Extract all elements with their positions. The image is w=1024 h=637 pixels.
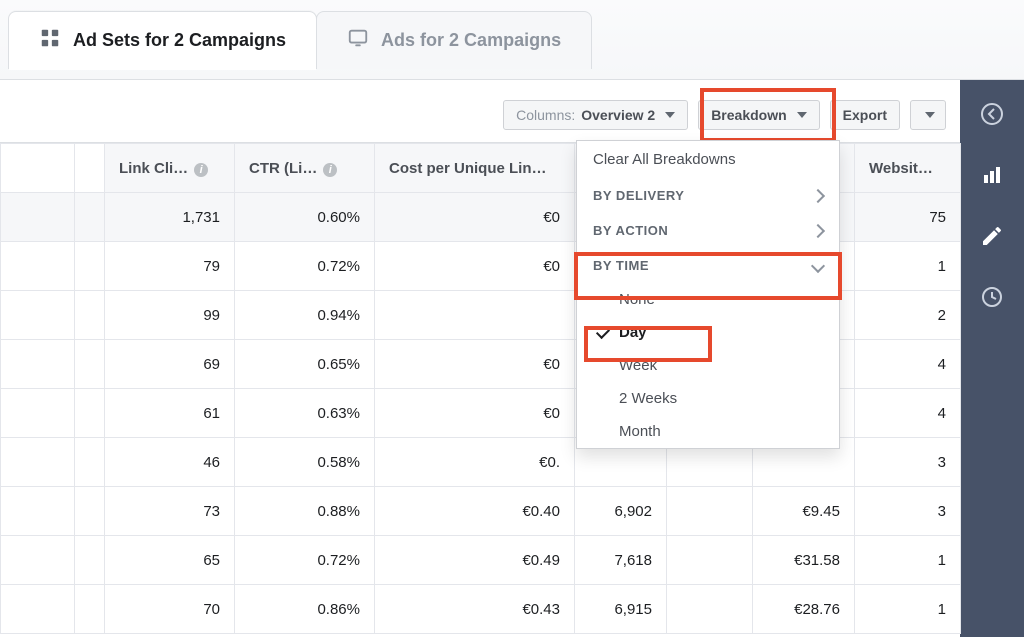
table-row[interactable]: 73 0.88% €0.40 6,902 €9.45 3 [1, 487, 961, 536]
col-blank [1, 144, 75, 193]
table-row[interactable]: 65 0.72% €0.49 7,618 €31.58 1 [1, 536, 961, 585]
chevron-right-icon [811, 188, 825, 202]
cell-website: 1 [855, 536, 961, 585]
menu-label: Clear All Breakdowns [593, 151, 736, 168]
col-website[interactable]: Websit…i [855, 144, 961, 193]
right-rail [960, 80, 1024, 637]
breakdown-opt-day[interactable]: Day [577, 316, 839, 349]
cell-website: 4 [855, 340, 961, 389]
cell-col5: 6,902 [575, 487, 667, 536]
columns-prefix: Columns: [516, 107, 575, 123]
caret-down-icon [665, 112, 675, 118]
cell-col5: 7,618 [575, 536, 667, 585]
cell-cost: €0 [375, 242, 575, 291]
menu-label: BY ACTION [593, 223, 668, 238]
cell-col6: €28.76 [753, 585, 855, 634]
columns-button[interactable]: Columns: Overview 2 [503, 100, 688, 130]
table-row[interactable]: 70 0.86% €0.43 6,915 €28.76 1 [1, 585, 961, 634]
breakdown-opt-week[interactable]: Week [577, 349, 839, 382]
rail-charts-icon[interactable] [980, 163, 1004, 190]
cell-link-clicks: 65 [105, 536, 235, 585]
monitor-icon [347, 27, 369, 54]
cell-website: 75 [855, 193, 961, 242]
breakdown-button[interactable]: Breakdown [698, 100, 819, 130]
cell-link-clicks: 79 [105, 242, 235, 291]
cell-link-clicks: 70 [105, 585, 235, 634]
breakdown-by-action[interactable]: BY ACTION [577, 213, 839, 248]
cell-link-clicks: 73 [105, 487, 235, 536]
cell-cost [375, 291, 575, 340]
cell-website: 1 [855, 585, 961, 634]
cell-ctr: 0.72% [235, 242, 375, 291]
menu-label: BY TIME [593, 258, 649, 273]
tab-label: Ad Sets for 2 Campaigns [73, 30, 286, 51]
breakdown-by-time[interactable]: BY TIME [577, 248, 839, 283]
cell-cost: €0. [375, 438, 575, 487]
info-icon[interactable]: i [553, 163, 567, 177]
export-button[interactable]: Export [830, 100, 900, 130]
cell-ctr: 0.94% [235, 291, 375, 340]
cell-col6: €31.58 [753, 536, 855, 585]
col-link-clicks[interactable]: Link Cli…i [105, 144, 235, 193]
cell-website: 3 [855, 438, 961, 487]
tab-label: Ads for 2 Campaigns [381, 30, 561, 51]
cell-website: 1 [855, 242, 961, 291]
rail-collapse-icon[interactable] [980, 102, 1004, 129]
tab-ad-sets[interactable]: Ad Sets for 2 Campaigns [8, 11, 317, 69]
info-icon[interactable]: i [939, 163, 953, 177]
export-more-button[interactable] [910, 100, 946, 130]
cell-ctr: 0.72% [235, 536, 375, 585]
breakdown-menu: Clear All Breakdowns BY DELIVERY BY ACTI… [576, 140, 840, 449]
cell-cost: €0.49 [375, 536, 575, 585]
chevron-down-icon [811, 258, 825, 272]
cell-ctr: 0.58% [235, 438, 375, 487]
cell-link-clicks: 69 [105, 340, 235, 389]
rail-history-icon[interactable] [980, 285, 1004, 312]
cell-cost: €0 [375, 340, 575, 389]
cell-cost: €0.40 [375, 487, 575, 536]
info-icon[interactable]: i [194, 163, 208, 177]
cell-cost: €0 [375, 193, 575, 242]
breakdown-opt-none[interactable]: None [577, 283, 839, 316]
breakdown-opt-month[interactable]: Month [577, 415, 839, 448]
chevron-right-icon [811, 223, 825, 237]
caret-down-icon [925, 112, 935, 118]
columns-preset: Overview 2 [581, 107, 655, 123]
cell-cost: €0 [375, 389, 575, 438]
rail-edit-icon[interactable] [980, 224, 1004, 251]
cell-ctr: 0.88% [235, 487, 375, 536]
breakdown-label: Breakdown [711, 107, 786, 123]
col-cost-per-unique[interactable]: Cost per Unique Lin…i [375, 144, 575, 193]
cell-link-clicks: 1,731 [105, 193, 235, 242]
export-label: Export [843, 107, 887, 123]
cell-website: 4 [855, 389, 961, 438]
caret-down-icon [797, 112, 807, 118]
cell-link-clicks: 61 [105, 389, 235, 438]
breakdown-clear[interactable]: Clear All Breakdowns [577, 141, 839, 178]
cell-ctr: 0.86% [235, 585, 375, 634]
col-blank [75, 144, 105, 193]
cell-link-clicks: 99 [105, 291, 235, 340]
cell-col5: 6,915 [575, 585, 667, 634]
col-ctr[interactable]: CTR (Li…i [235, 144, 375, 193]
breakdown-by-delivery[interactable]: BY DELIVERY [577, 178, 839, 213]
cell-website: 2 [855, 291, 961, 340]
cell-cost: €0.43 [375, 585, 575, 634]
cell-ctr: 0.65% [235, 340, 375, 389]
grid-icon [39, 27, 61, 54]
info-icon[interactable]: i [323, 163, 337, 177]
cell-website: 3 [855, 487, 961, 536]
breakdown-opt-2weeks[interactable]: 2 Weeks [577, 382, 839, 415]
menu-label: BY DELIVERY [593, 188, 684, 203]
cell-col6: €9.45 [753, 487, 855, 536]
cell-link-clicks: 46 [105, 438, 235, 487]
tab-ads[interactable]: Ads for 2 Campaigns [316, 11, 592, 69]
cell-ctr: 0.63% [235, 389, 375, 438]
cell-ctr: 0.60% [235, 193, 375, 242]
